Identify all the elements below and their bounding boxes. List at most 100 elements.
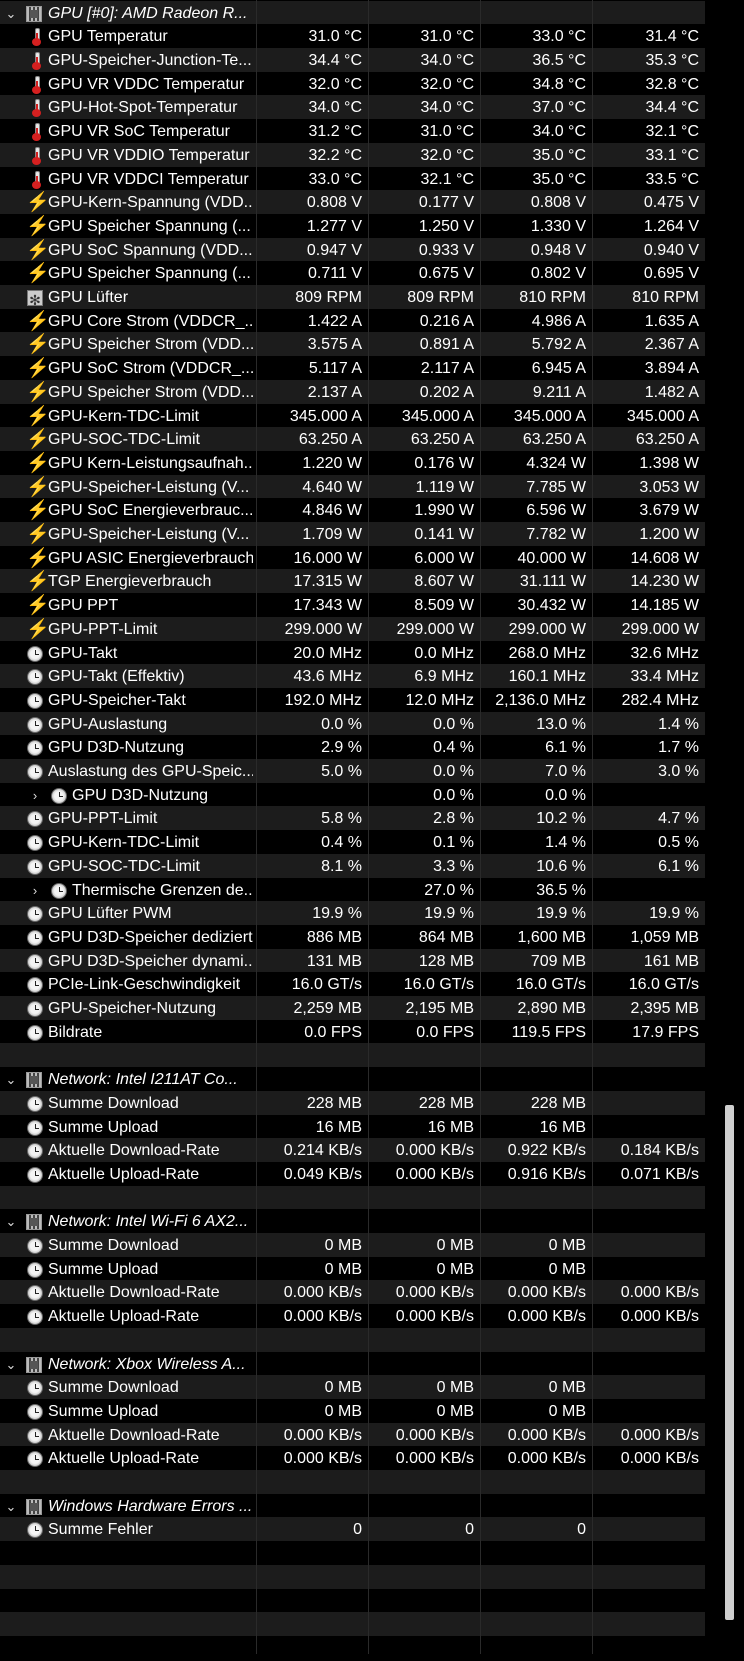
value-cell <box>592 1352 705 1377</box>
group-header[interactable]: ⌄ Windows Hardware Errors ... <box>0 1493 705 1519</box>
sensor-row[interactable]: Auslastung des GPU-Speic... 5.0 % 0.0 % 7.0… <box>0 759 705 785</box>
sensor-row[interactable]: GPU VR SoC Temperatur 31.2 °C 31.0 °C 34.0 … <box>0 119 705 145</box>
sensor-row[interactable]: GPU-Auslastung 0.0 % 0.0 % 13.0 % 1.4 % <box>0 711 705 737</box>
sensor-row[interactable]: ⚡ GPU-Kern-TDC-Limit 345.000 A 345.000 A 345… <box>0 403 705 429</box>
group-header[interactable]: ⌄ Network: Intel I211AT Co... <box>0 1067 705 1093</box>
sensor-row[interactable]: ⚡ GPU Kern-Leistungsaufnah... 1.220 W 0.176… <box>0 450 705 476</box>
sensor-label: Summe Download <box>48 1094 179 1112</box>
minimum-value: 345.000 A <box>401 407 474 425</box>
clock-icon <box>51 882 67 899</box>
clock-icon <box>27 953 43 970</box>
average-value: 0.071 KB/s <box>620 1165 699 1183</box>
average-value: 6.1 % <box>658 857 699 875</box>
sensor-label: GPU Speicher Spannung (... <box>48 217 251 235</box>
sensor-row[interactable]: GPU Lüfter 809 RPM 809 RPM 810 RPM 810 RPM <box>0 285 705 313</box>
collapse-chevron-icon[interactable]: ⌄ <box>4 1494 18 1519</box>
sensor-row[interactable]: GPU-Speicher-Junction-Te... 34.4 °C 34.0 °… <box>0 48 705 74</box>
sensor-row[interactable]: ⚡ GPU Speicher Strom (VDD... 3.575 A 0.891 … <box>0 332 705 358</box>
sensor-row[interactable]: ⚡ GPU Core Strom (VDDCR_... 1.422 A 0.216 A… <box>0 308 705 334</box>
sensor-row[interactable]: Summe Upload 0 MB 0 MB 0 MB <box>0 1256 705 1282</box>
sensor-row[interactable]: ⚡ GPU Speicher Spannung (... 1.277 V 1.250 … <box>0 213 705 239</box>
sensor-row[interactable]: ⚡ GPU-SOC-TDC-Limit 63.250 A 63.250 A 63.250… <box>0 427 705 453</box>
sensor-row[interactable]: Summe Upload 0 MB 0 MB 0 MB <box>0 1398 705 1424</box>
sensor-row[interactable]: ⚡ GPU PPT 17.343 W 8.509 W 30.432 W 14.185 W <box>0 593 705 619</box>
expand-chevron-icon[interactable]: › <box>28 783 42 808</box>
sensor-row[interactable]: GPU-Takt (Effektiv) 43.6 MHz 6.9 MHz 160.1 … <box>0 664 705 690</box>
vertical-scrollbar[interactable] <box>705 0 744 1654</box>
group-header[interactable]: ⌄ Network: Xbox Wireless A... <box>0 1351 705 1377</box>
collapse-chevron-icon[interactable]: ⌄ <box>4 1067 18 1092</box>
maximum-value: 0 <box>577 1521 586 1539</box>
sensor-row[interactable]: Summe Download 0 MB 0 MB 0 MB <box>0 1233 705 1259</box>
sensor-row[interactable]: ⚡ TGP Energieverbrauch 17.315 W 8.607 W 31.1… <box>0 569 705 595</box>
sensor-row[interactable]: ⚡ GPU-Speicher-Leistung (V... 1.709 W 0.141… <box>0 522 705 548</box>
sensor-row[interactable]: GPU-Kern-TDC-Limit 0.4 % 0.1 % 1.4 % 0.5 % <box>0 830 705 856</box>
scrollbar-thumb[interactable] <box>725 1105 734 1620</box>
sensor-row[interactable]: ⚡ GPU Speicher Strom (VDD... 2.137 A 0.202 … <box>0 379 705 405</box>
sensor-row[interactable]: Aktuelle Download-Rate 0.214 KB/s 0.000 KB… <box>0 1138 705 1164</box>
sensor-row[interactable]: Bildrate 0.0 FPS 0.0 FPS 119.5 FPS 17.9 FPS <box>0 1019 705 1045</box>
minimum-value: 0.0 FPS <box>416 1023 474 1041</box>
maximum-value: 160.1 MHz <box>508 668 586 686</box>
sensor-row[interactable]: ⚡ GPU-PPT-Limit 299.000 W 299.000 W 299.000 … <box>0 616 705 642</box>
sensor-row[interactable]: ⚡ GPU-Kern-Spannung (VDD... 0.808 V 0.177 V… <box>0 190 705 216</box>
clock-icon <box>27 1261 43 1278</box>
sensor-row[interactable]: GPU-Takt 20.0 MHz 0.0 MHz 268.0 MHz 32.6 MHz <box>0 640 705 666</box>
sensor-row[interactable]: GPU VR VDDC Temperatur 32.0 °C 32.0 °C 34.8… <box>0 71 705 97</box>
empty-row <box>0 1541 705 1567</box>
minimum-value: 1.119 W <box>415 478 474 496</box>
maximum-value: 10.2 % <box>536 810 586 828</box>
collapse-chevron-icon[interactable]: ⌄ <box>4 1352 18 1377</box>
collapse-chevron-icon[interactable]: ⌄ <box>4 1209 18 1234</box>
sensor-row[interactable]: ⚡ GPU SoC Spannung (VDD... 0.947 V 0.933 V 0… <box>0 237 705 263</box>
minimum-value: 0.000 KB/s <box>395 1450 474 1468</box>
sensor-row[interactable]: GPU-Speicher-Nutzung 2,259 MB 2,195 MB 2,89… <box>0 996 705 1022</box>
expand-chevron-icon[interactable]: › <box>28 878 42 903</box>
average-value: 1,059 MB <box>630 928 699 946</box>
sensor-row[interactable]: Summe Download 228 MB 228 MB 228 MB <box>0 1090 705 1116</box>
current-value: 16.0 GT/s <box>291 976 362 994</box>
sensor-row[interactable]: Summe Download 0 MB 0 MB 0 MB <box>0 1375 705 1401</box>
sensor-row[interactable]: GPU-Hot-Spot-Temperatur 34.0 °C 34.0 °C 37.… <box>0 95 705 121</box>
sensor-row[interactable]: GPU-SOC-TDC-Limit 8.1 % 3.3 % 10.6 % 6.1 % <box>0 853 705 879</box>
sensor-row[interactable]: Aktuelle Download-Rate 0.000 KB/s 0.000 KB… <box>0 1280 705 1306</box>
sensor-row[interactable]: GPU VR VDDIO Temperatur 32.2 °C 32.0 °C 35.… <box>0 142 705 168</box>
average-value: 14.608 W <box>630 549 699 567</box>
sensor-row[interactable]: Aktuelle Upload-Rate 0.000 KB/s 0.000 KB/s… <box>0 1446 705 1472</box>
sensor-row[interactable]: ⚡ GPU-Speicher-Leistung (V... 4.640 W 1.119… <box>0 474 705 500</box>
sensor-row[interactable]: GPU VR VDDCI Temperatur 33.0 °C 32.1 °C 35.… <box>0 166 705 192</box>
sensor-row[interactable]: GPU D3D-Speicher dynami... 131 MB 128 MB 70… <box>0 948 705 974</box>
minimum-value: 864 MB <box>418 928 474 946</box>
thermometer-icon <box>28 52 45 71</box>
sensor-row[interactable]: GPU Lüfter PWM 19.9 % 19.9 % 19.9 % 19.9 % <box>0 901 705 927</box>
sensor-row[interactable]: Aktuelle Upload-Rate 0.049 KB/s 0.000 KB/s… <box>0 1161 705 1187</box>
sensor-row[interactable]: Aktuelle Download-Rate 0.000 KB/s 0.000 KB… <box>0 1422 705 1448</box>
sensor-row[interactable]: Summe Upload 16 MB 16 MB 16 MB <box>0 1114 705 1140</box>
sensor-row[interactable]: › GPU D3D-Nutzung 0.0 % 0.0 % <box>0 782 705 808</box>
maximum-value: 36.5 °C <box>532 52 586 70</box>
column-divider <box>368 0 369 1654</box>
sensor-row[interactable]: ⚡ GPU Speicher Spannung (... 0.711 V 0.675 … <box>0 261 705 287</box>
sensor-row[interactable]: ⚡ GPU SoC Energieverbrauc... 4.846 W 1.990 … <box>0 498 705 524</box>
sensor-row[interactable]: ⚡ GPU SoC Strom (VDDCR_... 5.117 A 2.117 A 6… <box>0 356 705 382</box>
minimum-value: 0.0 % <box>433 763 474 781</box>
collapse-chevron-icon[interactable]: ⌄ <box>4 1 18 26</box>
clock-icon <box>27 716 43 733</box>
chip-icon <box>26 1214 42 1231</box>
sensor-row[interactable]: PCIe-Link-Geschwindigkeit 16.0 GT/s 16.0 G… <box>0 972 705 998</box>
sensor-row[interactable]: Summe Fehler 0 0 0 <box>0 1517 705 1543</box>
sensor-row[interactable]: GPU Temperatur 31.0 °C 31.0 °C 33.0 °C 31.4 … <box>0 24 705 50</box>
current-value: 34.0 °C <box>308 99 362 117</box>
sensor-row[interactable]: › Thermische Grenzen de... 27.0 % 36.5 % <box>0 877 705 903</box>
sensor-row[interactable]: GPU D3D-Nutzung 2.9 % 0.4 % 6.1 % 1.7 % <box>0 735 705 761</box>
sensor-row[interactable]: Aktuelle Upload-Rate 0.000 KB/s 0.000 KB/s… <box>0 1304 705 1330</box>
group-header[interactable]: ⌄ GPU [#0]: AMD Radeon R... <box>0 0 705 26</box>
group-header[interactable]: ⌄ Network: Intel Wi-Fi 6 AX2... <box>0 1209 705 1235</box>
sensor-row[interactable]: GPU D3D-Speicher dediziert 886 MB 864 MB 1,… <box>0 924 705 950</box>
sensor-row[interactable]: GPU-PPT-Limit 5.8 % 2.8 % 10.2 % 4.7 % <box>0 806 705 832</box>
sensor-label: GPU D3D-Nutzung <box>72 786 209 804</box>
sensor-row[interactable]: ⚡ GPU ASIC Energieverbrauch 16.000 W 6.000 … <box>0 545 705 571</box>
sensor-row[interactable]: GPU-Speicher-Takt 192.0 MHz 12.0 MHz 2,136.… <box>0 687 705 713</box>
current-value: 5.0 % <box>321 763 362 781</box>
sensor-label: GPU VR VDDIO Temperatur <box>48 146 250 164</box>
